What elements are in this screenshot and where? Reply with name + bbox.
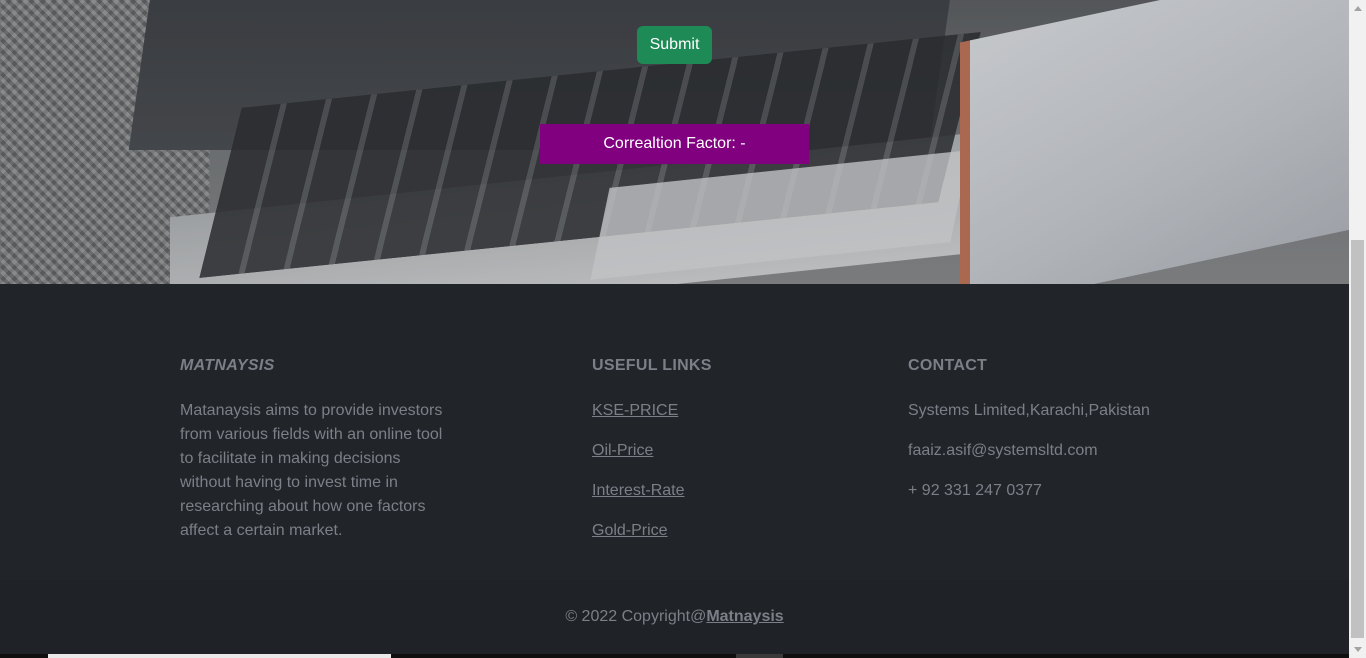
scrollbar-thumb[interactable]: [1351, 240, 1364, 638]
submit-button[interactable]: Submit: [637, 26, 712, 64]
link-gold-price[interactable]: Gold-Price: [592, 519, 684, 559]
brand-description: Matanaysis aims to provide investors fro…: [180, 402, 443, 539]
copyright-link[interactable]: Matnaysis: [706, 608, 783, 626]
useful-links-title: USEFUL LINKS: [592, 357, 712, 374]
link-oil-price[interactable]: Oil-Price: [592, 439, 684, 479]
copyright-text: © 2022 Copyright@: [565, 608, 707, 625]
contact-phone: + 92 331 247 0377: [908, 482, 1042, 499]
copyright-bar: © 2022 Copyright@ Matnaysis: [0, 580, 1349, 654]
link-interest-rate[interactable]: Interest-Rate: [592, 479, 684, 519]
contact-list: Systems Limited,Karachi,Pakistan faaiz.a…: [908, 399, 1150, 519]
contact-address: Systems Limited,Karachi,Pakistan: [908, 402, 1150, 419]
contact-title: CONTACT: [908, 357, 988, 374]
vertical-scrollbar[interactable]: [1349, 0, 1366, 658]
useful-links-list: KSE-PRICE Oil-Price Interest-Rate Gold-P…: [592, 399, 684, 559]
scroll-up-arrow-icon[interactable]: [1349, 0, 1366, 17]
link-kse-price[interactable]: KSE-PRICE: [592, 399, 684, 439]
footer: MATNAYSIS Matanaysis aims to provide inv…: [0, 284, 1349, 654]
brand-title: MATNAYSIS: [180, 357, 275, 374]
scroll-down-arrow-icon[interactable]: [1349, 641, 1366, 658]
bottom-edge-strip: [0, 654, 1349, 658]
correlation-factor-display: Correaltion Factor: -: [540, 124, 809, 164]
contact-email: faaiz.asif@systemsltd.com: [908, 442, 1098, 459]
